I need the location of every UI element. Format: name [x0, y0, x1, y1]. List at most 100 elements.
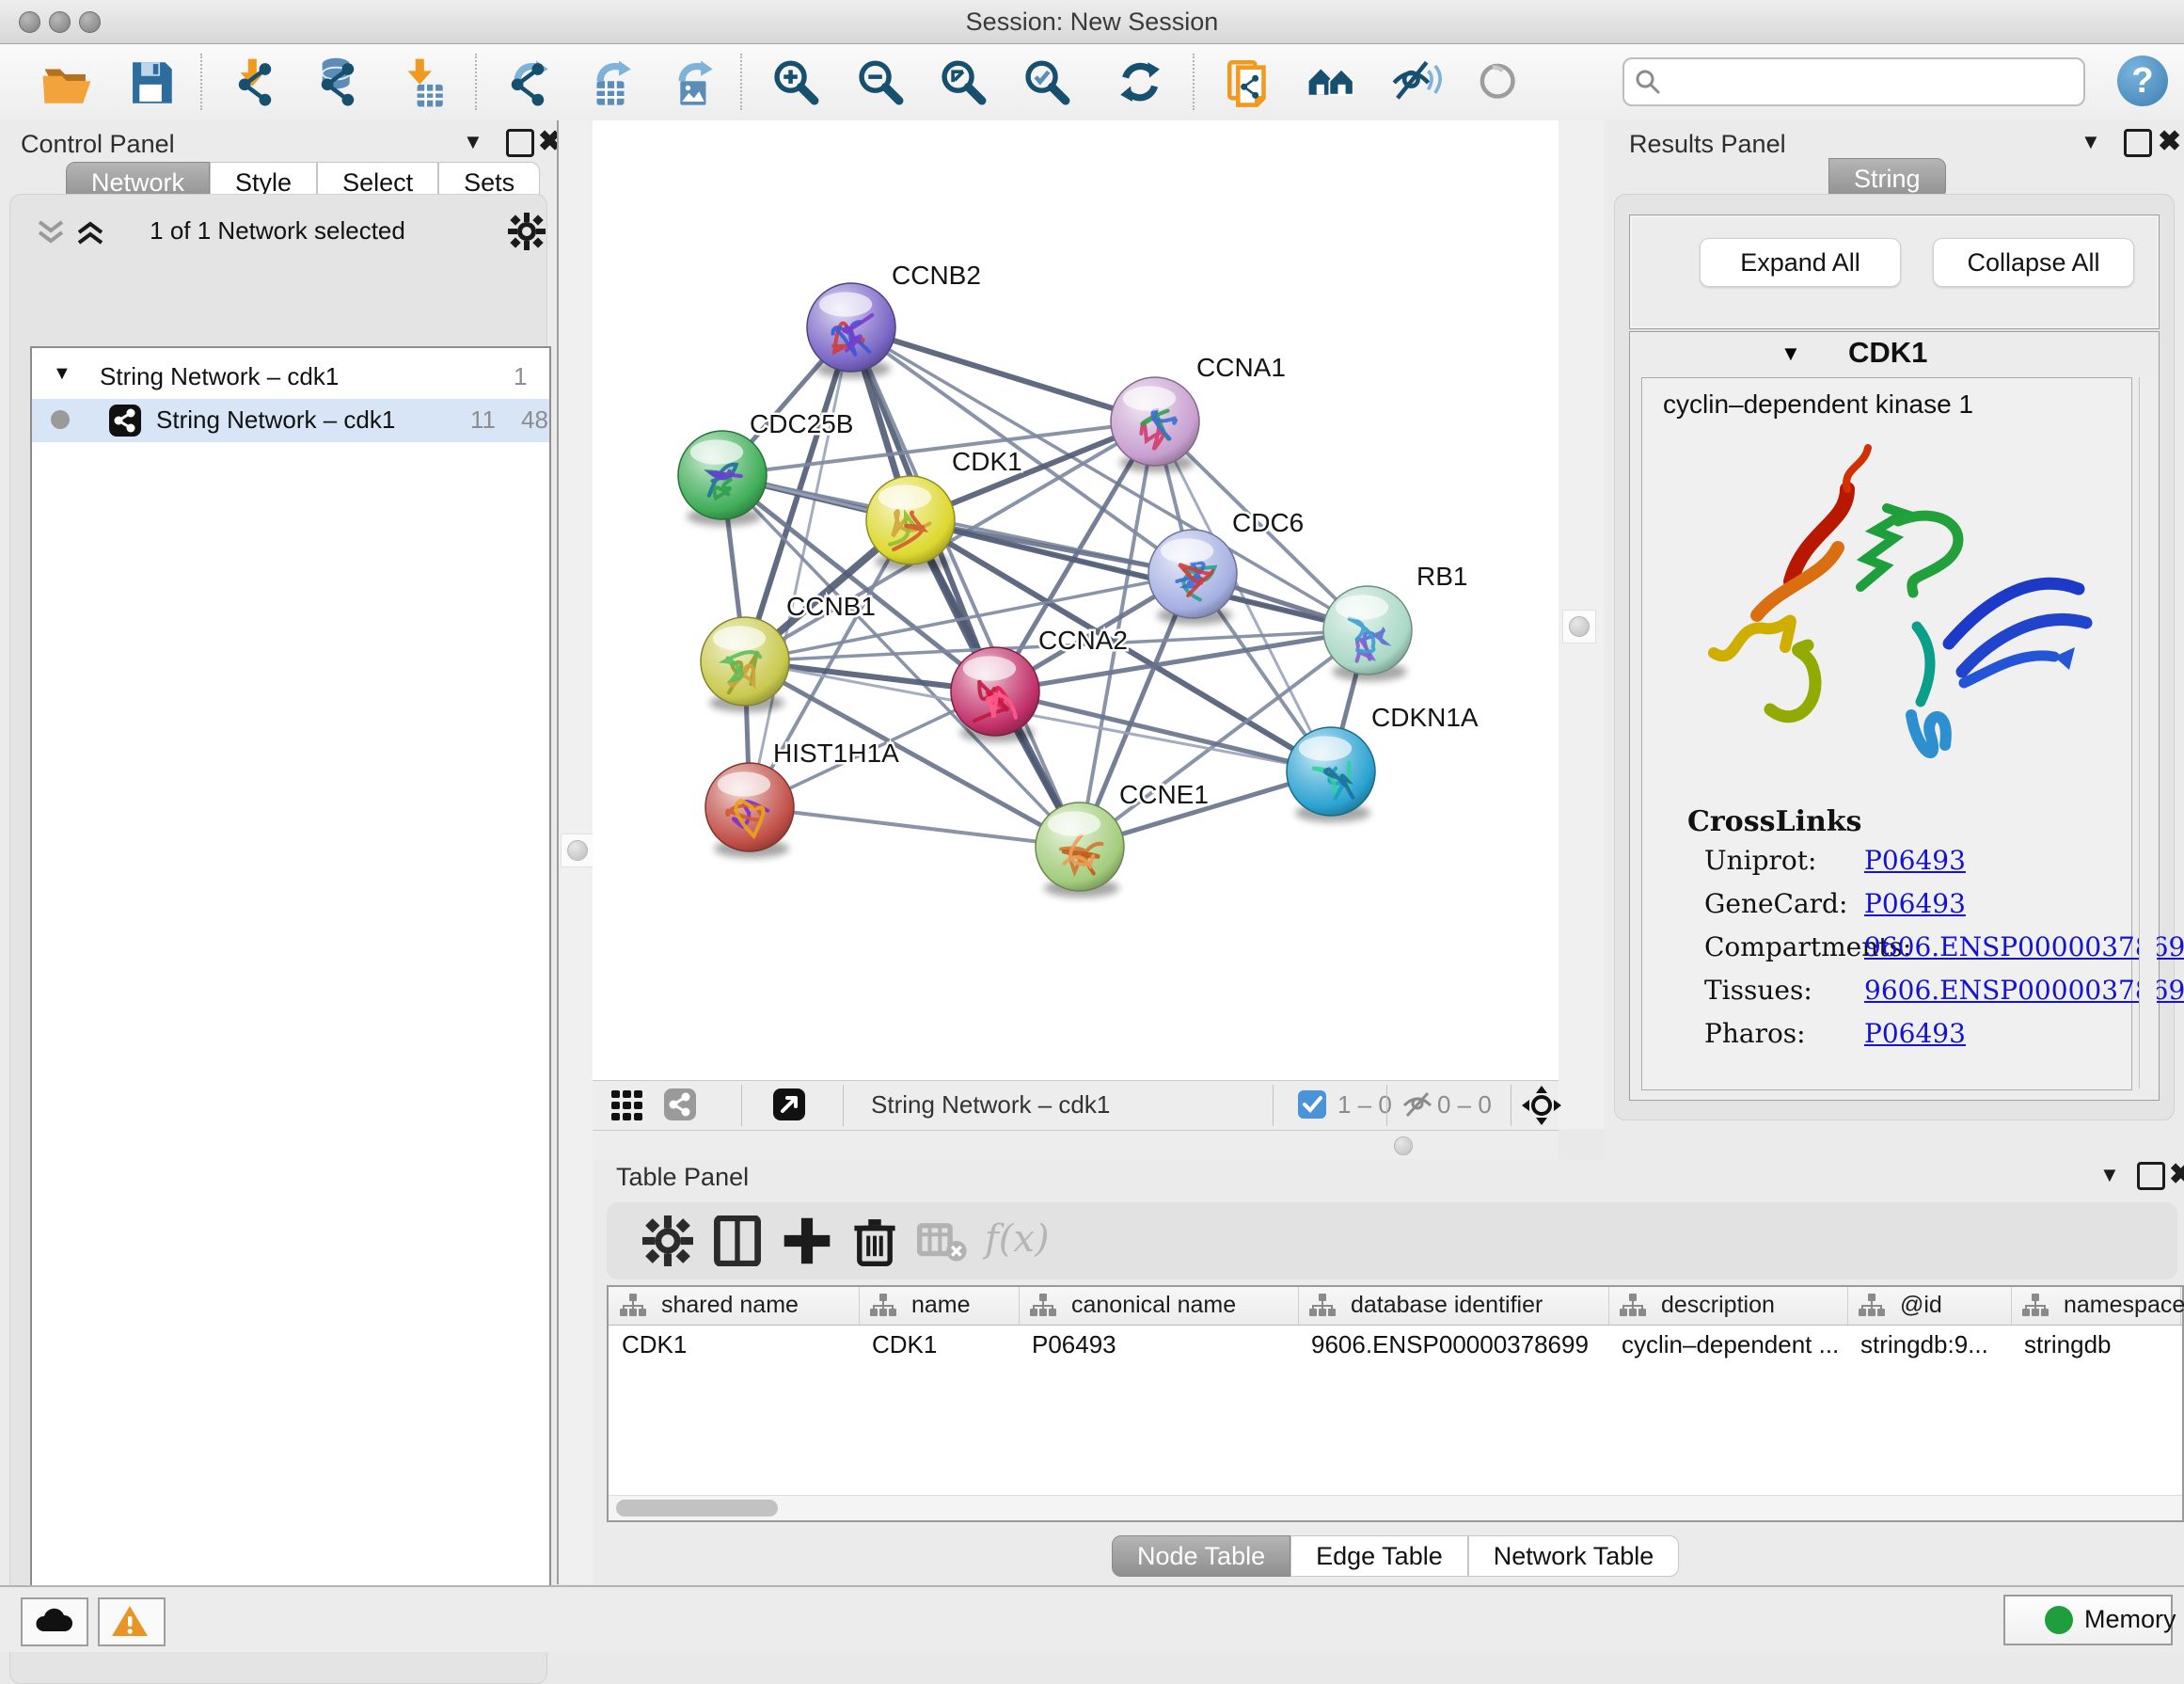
node-CCNA1[interactable]: CCNA1 — [1111, 353, 1286, 472]
table-cell[interactable]: stringdb:9... — [1860, 1330, 2005, 1364]
table-cell[interactable]: CDK1 — [622, 1330, 853, 1364]
show-all-icon[interactable] — [1470, 56, 1528, 110]
column-header-namespace[interactable]: namespace — [2011, 1287, 2181, 1325]
gene-section-header[interactable]: ▼ CDK1 — [1630, 332, 2159, 375]
hidden-items-eye-icon[interactable] — [1400, 1089, 1435, 1121]
delete-column-trash-icon[interactable] — [849, 1215, 900, 1266]
help-button[interactable]: ? — [2117, 56, 2168, 106]
crosslink-link[interactable]: 9606.ENSP00000378699 — [1864, 931, 2184, 962]
left-splitter[interactable] — [557, 120, 594, 1584]
column-header-shared-name[interactable]: shared name — [609, 1287, 860, 1325]
tab-network-table[interactable]: Network Table — [1468, 1535, 1680, 1577]
memory-button[interactable]: Memory — [2003, 1595, 2173, 1645]
show-columns-icon[interactable] — [712, 1215, 763, 1266]
annotation-icon[interactable] — [1221, 56, 1279, 110]
first-neighbors-icon[interactable] — [1304, 56, 1362, 110]
table-cell[interactable]: 9606.ENSP00000378699 — [1311, 1330, 1603, 1364]
hide-selected-icon[interactable] — [1385, 56, 1444, 110]
warnings-button[interactable] — [98, 1597, 166, 1646]
selected-nodes-checkbox-icon[interactable] — [1298, 1090, 1326, 1119]
grid-view-icon[interactable] — [611, 1090, 643, 1120]
node-RB1[interactable]: RB1 — [1323, 562, 1467, 681]
network-row-selected[interactable]: String Network – cdk1 11 48 — [32, 399, 549, 442]
expand-all-networks-icon[interactable] — [73, 218, 107, 246]
tab-edge-table[interactable]: Edge Table — [1290, 1535, 1468, 1577]
search-input[interactable] — [1622, 57, 2085, 106]
node-HIST1H1A[interactable]: HIST1H1A — [705, 739, 899, 858]
export-table-icon[interactable] — [581, 56, 640, 110]
column-header-name[interactable]: name — [859, 1287, 1020, 1325]
edge-CCNB2-CCNE1[interactable] — [851, 327, 1080, 847]
node-CCNB1[interactable]: CCNB1 — [701, 592, 876, 712]
collapse-all-button[interactable]: Collapse All — [1933, 238, 2134, 287]
table-cell[interactable]: cyclin–dependent ... — [1622, 1330, 1842, 1364]
open-session-icon[interactable] — [38, 56, 96, 110]
table-cell[interactable]: CDK1 — [872, 1330, 1013, 1364]
horizontal-splitter-handle[interactable] — [1394, 1136, 1413, 1155]
crosslink-link[interactable]: P06493 — [1864, 888, 1966, 919]
node-CDK1[interactable]: CDK1 — [866, 447, 1022, 571]
network-collection-row[interactable]: ▼ String Network – cdk1 1 — [32, 356, 549, 399]
window-titlebar[interactable]: Session: New Session — [0, 0, 2184, 44]
zoom-fit-icon[interactable] — [934, 56, 992, 110]
table-panel-float-icon[interactable] — [2137, 1162, 2165, 1190]
collapse-all-networks-icon[interactable] — [34, 218, 68, 246]
column-header--id[interactable]: @id — [1847, 1287, 2012, 1325]
column-header-database-identifier[interactable]: database identifier — [1298, 1287, 1609, 1325]
node-CCNE1[interactable]: CCNE1 — [1036, 780, 1209, 898]
edge-CCNB2-CCNA1[interactable] — [851, 327, 1155, 421]
tab-node-table[interactable]: Node Table — [1112, 1535, 1290, 1577]
horizontal-splitter[interactable] — [593, 1129, 1559, 1159]
birds-eye-view-icon[interactable] — [773, 1088, 805, 1120]
import-network-database-icon[interactable] — [309, 56, 367, 110]
table-scrollbar-thumb[interactable] — [616, 1500, 778, 1517]
table-panel-collapse-icon[interactable]: ▼ — [2099, 1163, 2120, 1187]
results-panel-collapse-icon[interactable]: ▼ — [2081, 130, 2101, 154]
table-cell[interactable]: stringdb — [2024, 1330, 2175, 1364]
gene-scrollbar[interactable] — [2139, 377, 2157, 1088]
edge-CCNB2-RB1[interactable] — [851, 327, 1368, 630]
network-view-canvas[interactable]: CCNB2CCNA1CDC25BCDK1CDC6RB1CCNB1CCNA2CDK… — [593, 120, 1559, 1080]
table-panel-close-icon[interactable]: ✖ — [2169, 1158, 2184, 1191]
network-options-gear-icon[interactable] — [508, 213, 546, 250]
save-session-icon[interactable] — [122, 56, 181, 110]
table-cell[interactable]: P06493 — [1032, 1330, 1292, 1364]
import-network-file-icon[interactable] — [226, 56, 284, 110]
zoom-in-icon[interactable] — [767, 56, 825, 110]
control-panel-collapse-icon[interactable]: ▼ — [463, 130, 483, 154]
control-panel-float-icon[interactable] — [506, 129, 534, 157]
control-panel: Control Panel ▼ ✖ NetworkStyleSelectSets… — [0, 120, 557, 1584]
refresh-view-icon[interactable] — [1112, 56, 1170, 110]
network-type-icon[interactable] — [664, 1088, 696, 1120]
results-panel-close-icon[interactable]: ✖ — [2158, 125, 2181, 158]
export-network-icon[interactable] — [499, 56, 557, 110]
export-image-icon[interactable] — [663, 56, 721, 110]
crosslink-link[interactable]: P06493 — [1864, 1018, 1966, 1049]
create-column-plus-icon[interactable] — [782, 1215, 832, 1266]
function-builder-icon[interactable]: f(x) — [985, 1217, 1050, 1261]
gene-section: ▼ CDK1 cyclin–dependent kinase 1 — [1629, 331, 2160, 1101]
zoom-out-icon[interactable] — [851, 56, 910, 110]
fit-content-crosshair-icon[interactable] — [1522, 1086, 1561, 1125]
column-header-description[interactable]: description — [1608, 1287, 1848, 1325]
delete-table-icon[interactable] — [917, 1215, 968, 1266]
crosslink-link[interactable]: 9606.ENSP00000378699 — [1864, 975, 2184, 1006]
cloud-status-button[interactable] — [21, 1597, 88, 1646]
import-table-icon[interactable] — [393, 56, 451, 110]
edge-CCNA2-CDKN1A[interactable] — [995, 691, 1331, 771]
gene-expander-icon[interactable]: ▼ — [1780, 342, 1801, 366]
right-splitter[interactable] — [1559, 120, 1609, 1129]
results-panel-float-icon[interactable] — [2124, 129, 2152, 157]
table-horizontal-scrollbar[interactable] — [609, 1495, 2182, 1520]
edge-HIST1H1A-CCNE1[interactable] — [750, 807, 1080, 847]
crosslink-link[interactable]: P06493 — [1864, 845, 1966, 876]
column-header-canonical-name[interactable]: canonical name — [1019, 1287, 1299, 1325]
tree-expander-icon[interactable]: ▼ — [53, 363, 71, 385]
right-splitter-handle[interactable] — [1562, 610, 1596, 643]
table-options-gear-icon[interactable] — [642, 1215, 693, 1266]
column-header-label: database identifier — [1351, 1292, 1543, 1319]
expand-all-button[interactable]: Expand All — [1700, 238, 1901, 287]
left-splitter-handle[interactable] — [561, 834, 594, 867]
node-CDKN1A[interactable]: CDKN1A — [1287, 703, 1479, 822]
zoom-selected-icon[interactable] — [1018, 56, 1076, 110]
